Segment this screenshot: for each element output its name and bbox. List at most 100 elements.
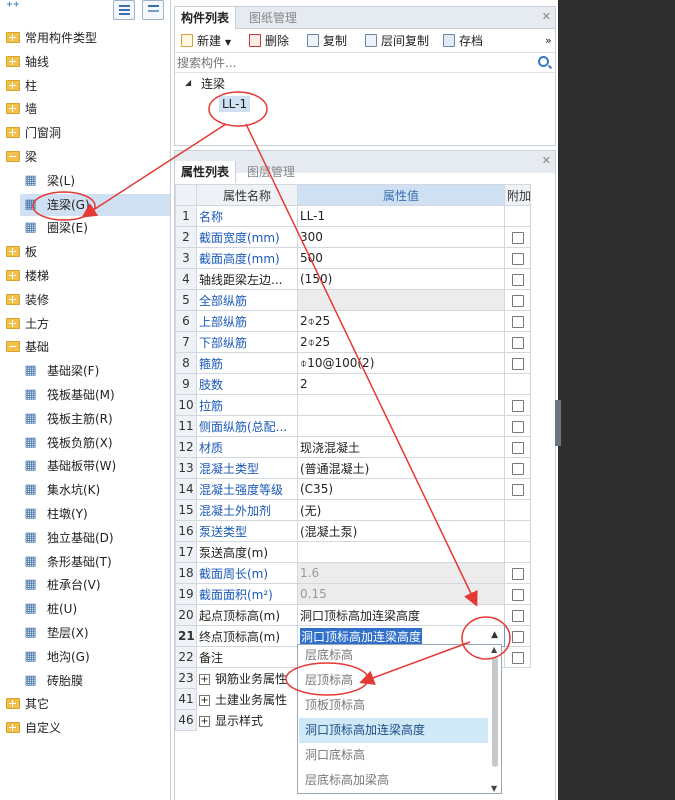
tree-item[interactable]: 柱 xyxy=(0,75,170,97)
dropdown-option[interactable]: 洞口底标高 xyxy=(299,743,488,768)
scrollbar-thumb[interactable] xyxy=(492,657,498,767)
expand-icon[interactable]: + xyxy=(199,694,210,706)
delete-button[interactable]: 删除 xyxy=(249,31,289,51)
tree-item[interactable]: 板 xyxy=(0,241,170,263)
search-input[interactable] xyxy=(177,54,537,71)
property-row[interactable]: 16 泵送类型 (混凝土泵) xyxy=(175,520,531,542)
tree-item[interactable]: 墙 xyxy=(0,98,170,120)
dropdown-arrow-icon[interactable]: ▲ xyxy=(491,630,498,640)
tree-item[interactable]: 其它 xyxy=(0,693,170,715)
property-value[interactable]: (150) xyxy=(297,268,505,290)
component-tree-parent[interactable]: 连梁 xyxy=(201,75,225,92)
chevron-down-icon[interactable]: ▼ xyxy=(225,38,231,47)
tree-item[interactable]: ▦ 独立基础(D) xyxy=(20,527,170,549)
property-row[interactable]: 13 混凝土类型 (普通混凝土) xyxy=(175,457,531,479)
collapse-triangle-icon[interactable]: ◢ xyxy=(185,78,191,87)
property-row[interactable]: 18 截面周长(m) 1.6 xyxy=(175,562,531,584)
dropdown-option[interactable]: 层底标高 xyxy=(299,643,488,668)
floor-copy-button[interactable]: 层间复制 xyxy=(365,31,429,51)
property-value[interactable]: LL-1 xyxy=(297,205,505,227)
tree-item[interactable]: 常用构件类型 xyxy=(0,27,170,49)
tab-property-list[interactable]: 属性列表 xyxy=(175,161,237,183)
tree-item[interactable]: ▦ 桩承台(V) xyxy=(20,574,170,596)
tree-item[interactable]: 轴线 xyxy=(0,51,170,73)
panel-grip-handle[interactable] xyxy=(555,400,561,446)
expand-icon[interactable]: + xyxy=(199,715,210,727)
add-checkbox[interactable] xyxy=(511,231,524,244)
property-row[interactable]: 15 混凝土外加剂 (无) xyxy=(175,499,531,521)
property-value[interactable]: (C35) xyxy=(297,478,505,500)
add-checkbox[interactable] xyxy=(511,588,524,601)
add-checkbox[interactable] xyxy=(511,315,524,328)
add-checkbox[interactable] xyxy=(511,441,524,454)
property-value[interactable]: 0.15 xyxy=(297,583,505,605)
search-icon[interactable] xyxy=(538,56,549,67)
tree-item[interactable]: ▦ 筏板基础(M) xyxy=(20,384,170,406)
tree-item[interactable]: ▦ 桩(U) xyxy=(20,598,170,620)
list-view-button[interactable] xyxy=(113,0,135,20)
property-value[interactable]: 1.6 xyxy=(297,562,505,584)
close-icon[interactable]: ✕ xyxy=(542,154,551,167)
add-checkbox[interactable] xyxy=(511,483,524,496)
tree-item[interactable]: ▦ 地沟(G) xyxy=(20,646,170,668)
property-value[interactable] xyxy=(297,289,505,311)
add-checkbox[interactable] xyxy=(511,357,524,370)
tree-item[interactable]: ▦ 筏板主筋(R) xyxy=(20,408,170,430)
tree-item[interactable]: ▦ 垫层(X) xyxy=(20,622,170,644)
tree-item[interactable]: ▦ 筏板负筋(X) xyxy=(20,432,170,454)
property-row[interactable]: 19 截面面积(m²) 0.15 xyxy=(175,583,531,605)
property-row[interactable]: 5 全部纵筋 xyxy=(175,289,531,311)
property-value[interactable]: 2⌽25 xyxy=(297,331,505,353)
dropdown-option[interactable]: 洞口顶标高加连梁高度 xyxy=(299,718,488,743)
tree-item[interactable]: ▦ 集水坑(K) xyxy=(20,479,170,501)
scroll-up-icon[interactable]: ▲ xyxy=(491,645,497,654)
add-icon[interactable]: ⁺⁺ xyxy=(6,0,20,15)
tree-item[interactable]: 门窗洞 xyxy=(0,122,170,144)
more-button[interactable]: » xyxy=(545,31,552,51)
property-value[interactable]: ⌽10@100(2) xyxy=(297,352,505,374)
property-value[interactable]: 现浇混凝土 xyxy=(297,436,505,458)
archive-button[interactable]: 存档 xyxy=(443,31,483,51)
property-row[interactable]: 10 拉筋 xyxy=(175,394,531,416)
property-row[interactable]: 1 名称 LL-1 xyxy=(175,205,531,227)
add-checkbox[interactable] xyxy=(511,609,524,622)
add-checkbox[interactable] xyxy=(511,462,524,475)
tree-item[interactable]: ▦ 基础板带(W) xyxy=(20,455,170,477)
property-row[interactable]: 8 箍筋 ⌽10@100(2) xyxy=(175,352,531,374)
property-row[interactable]: 12 材质 现浇混凝土 xyxy=(175,436,531,458)
property-value[interactable]: 洞口顶标高加连梁高度 xyxy=(297,604,505,626)
tree-item[interactable]: 梁 xyxy=(0,146,170,168)
property-value[interactable]: (普通混凝土) xyxy=(297,457,505,479)
property-value[interactable]: 500 xyxy=(297,247,505,269)
property-row[interactable]: 20 起点顶标高(m) 洞口顶标高加连梁高度 xyxy=(175,604,531,626)
tree-item[interactable]: 土方 xyxy=(0,313,170,335)
property-value[interactable] xyxy=(297,541,505,563)
dropdown-scrollbar[interactable]: ▲ ▼ xyxy=(490,645,500,793)
add-checkbox[interactable] xyxy=(511,399,524,412)
property-value[interactable]: 2 xyxy=(297,373,505,395)
tree-item[interactable]: ▦ 梁(L) xyxy=(20,170,170,192)
tree-item[interactable]: 自定义 xyxy=(0,717,170,739)
property-row[interactable]: 2 截面宽度(mm) 300 xyxy=(175,226,531,248)
new-button[interactable]: 新建 ▼ xyxy=(181,31,231,51)
property-row[interactable]: 4 轴线距梁左边... (150) xyxy=(175,268,531,290)
add-checkbox[interactable] xyxy=(511,567,524,580)
tab-layer-management[interactable]: 图层管理 xyxy=(241,161,301,183)
tree-item[interactable]: 楼梯 xyxy=(0,265,170,287)
close-icon[interactable]: ✕ xyxy=(542,10,551,23)
property-value[interactable]: 300 xyxy=(297,226,505,248)
property-value[interactable]: 2⌽25 xyxy=(297,310,505,332)
add-checkbox[interactable] xyxy=(511,651,524,664)
property-row[interactable]: 17 泵送高度(m) xyxy=(175,541,531,563)
add-checkbox[interactable] xyxy=(511,420,524,433)
dropdown-option[interactable]: 顶板顶标高 xyxy=(299,693,488,718)
expand-icon[interactable]: + xyxy=(199,673,210,685)
tree-item[interactable]: ▦ 砖胎膜 xyxy=(20,670,170,692)
tab-drawing-management[interactable]: 图纸管理 xyxy=(243,7,303,29)
tree-item[interactable]: 基础 xyxy=(0,336,170,358)
property-value[interactable]: (无) xyxy=(297,499,505,521)
tree-item[interactable]: ▦ 条形基础(T) xyxy=(20,551,170,573)
property-value[interactable] xyxy=(297,394,505,416)
add-checkbox[interactable] xyxy=(511,294,524,307)
property-row[interactable]: 6 上部纵筋 2⌽25 xyxy=(175,310,531,332)
